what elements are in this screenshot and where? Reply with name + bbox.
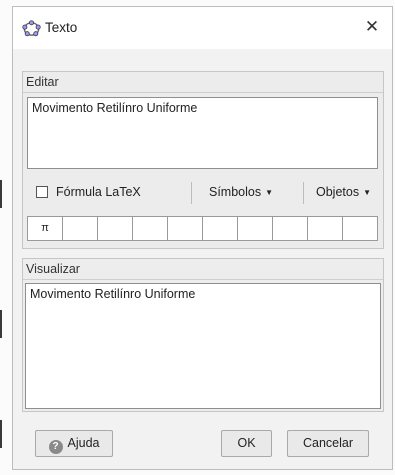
symbol-key[interactable]	[308, 217, 343, 240]
section-divider	[23, 92, 383, 93]
symbol-key[interactable]	[168, 217, 203, 240]
latex-checkbox-label[interactable]: Fórmula LaTeX	[56, 185, 141, 199]
cancel-button[interactable]: Cancelar	[287, 430, 369, 457]
symbols-dropdown-label: Símbolos	[209, 185, 262, 199]
help-button-label: Ajuda	[67, 436, 100, 450]
symbols-dropdown[interactable]: Símbolos ▼	[209, 185, 273, 199]
symbol-key[interactable]: π	[28, 217, 63, 240]
symbol-key-bar: π	[27, 216, 378, 241]
symbol-key[interactable]	[63, 217, 98, 240]
symbol-key[interactable]	[238, 217, 273, 240]
symbol-key[interactable]	[343, 217, 377, 240]
close-icon[interactable]: ✕	[362, 17, 382, 37]
preview-section-label: Visualizar	[26, 262, 80, 276]
latex-checkbox[interactable]	[36, 186, 48, 198]
objects-dropdown-label: Objetos	[316, 185, 360, 199]
help-icon: ?	[48, 440, 63, 454]
background-edge-mark	[0, 420, 2, 448]
background-edge-mark	[0, 310, 2, 338]
title-bar: Texto ✕	[13, 7, 392, 49]
geogebra-logo-icon	[22, 20, 41, 37]
background-edge-mark	[0, 180, 2, 208]
edit-text-area[interactable]: Movimento Retilínro Uniforme	[27, 97, 378, 169]
objects-dropdown[interactable]: Objetos ▼	[316, 185, 371, 199]
help-button[interactable]: ? Ajuda	[35, 430, 113, 457]
caret-down-icon: ▼	[265, 188, 274, 197]
symbol-key[interactable]	[98, 217, 133, 240]
toolbar-separator	[191, 182, 192, 204]
symbol-key[interactable]	[203, 217, 238, 240]
ok-button[interactable]: OK	[221, 430, 272, 457]
symbol-key[interactable]	[133, 217, 168, 240]
section-divider	[23, 279, 383, 280]
edit-toolbar: Fórmula LaTeX Símbolos ▼ Objetos ▼	[23, 178, 383, 208]
preview-section: Visualizar Movimento Retilínro Uniforme	[22, 258, 384, 412]
caret-down-icon: ▼	[363, 188, 372, 197]
toolbar-separator	[303, 182, 304, 204]
preview-area: Movimento Retilínro Uniforme	[25, 283, 381, 409]
symbol-key[interactable]	[273, 217, 308, 240]
window-title: Texto	[45, 20, 78, 35]
edit-section-label: Editar	[26, 75, 59, 89]
text-dialog: Texto ✕ Editar Movimento Retilínro Unifo…	[12, 6, 393, 470]
edit-section: Editar Movimento Retilínro Uniforme Fórm…	[22, 71, 384, 249]
